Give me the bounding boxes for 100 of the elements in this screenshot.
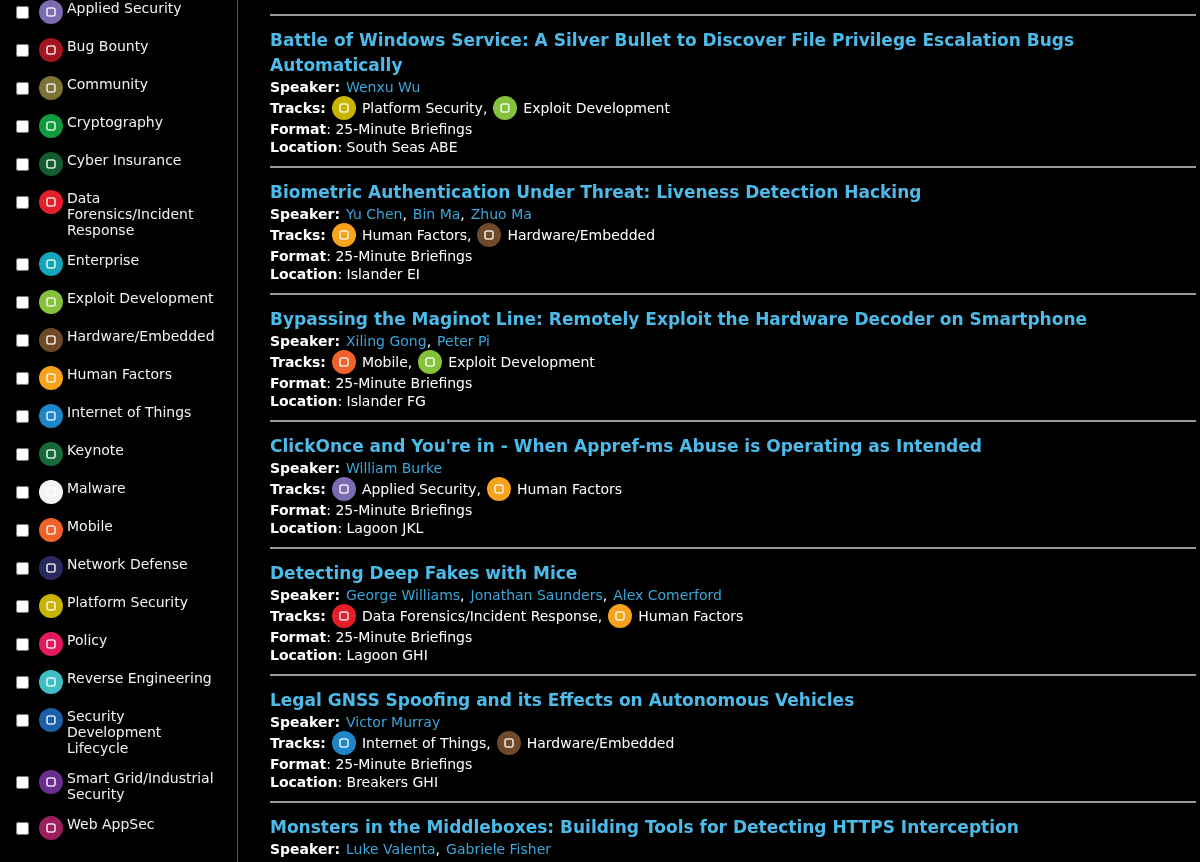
track-label[interactable]: Internet of Things: [67, 404, 217, 420]
track-label[interactable]: Exploit Development: [67, 290, 217, 306]
track-name: Platform Security,: [361, 99, 488, 118]
speaker-link[interactable]: Luke Valenta: [346, 840, 436, 858]
separator-text: ,: [602, 586, 608, 604]
track-name: Human Factors: [516, 480, 623, 499]
track-label[interactable]: Enterprise: [67, 252, 217, 268]
track-checkbox[interactable]: [16, 196, 29, 209]
track-checkbox[interactable]: [16, 410, 29, 423]
track-label[interactable]: Human Factors: [67, 366, 217, 382]
track-checkbox[interactable]: [16, 676, 29, 689]
track-label[interactable]: Web AppSec: [67, 816, 217, 832]
speaker-link[interactable]: Zhuo Ma: [470, 205, 532, 223]
track-name: Exploit Development: [523, 99, 670, 118]
tracks-label: Tracks:: [270, 99, 326, 118]
track-checkbox[interactable]: [16, 562, 29, 575]
location-text: Location: South Seas ABE: [270, 138, 459, 156]
separator-text: ,: [460, 205, 465, 223]
track-checkbox[interactable]: [16, 448, 29, 461]
speaker-label: Speaker:: [270, 332, 340, 350]
track-checkbox[interactable]: [16, 6, 29, 19]
track-label[interactable]: Hardware/Embedded: [67, 328, 217, 344]
format-text: Format: 25-Minute Briefings: [270, 374, 474, 392]
track-checkbox[interactable]: [16, 638, 29, 651]
track-label[interactable]: Cryptography: [67, 114, 217, 130]
track-name: Human Factors: [638, 607, 744, 626]
session-title-link[interactable]: Biometric Authentication Under Threat: Liveness Detection Hacking: [270, 180, 1196, 205]
session-title-link[interactable]: ClickOnce and You're in - When Appref-ms Abuse is Operating as Intended: [270, 434, 1196, 459]
session-title-link[interactable]: Legal GNSS Spoofing and its Effects on Autonomous Vehicles: [270, 688, 1196, 713]
speaker-link[interactable]: Yu Chen: [346, 205, 403, 223]
separator-text: ,: [426, 332, 432, 350]
track-checkbox[interactable]: [16, 258, 29, 271]
track-checkbox[interactable]: [16, 524, 29, 537]
track-checkbox[interactable]: [16, 334, 29, 347]
speaker-link[interactable]: William Burke: [346, 459, 443, 477]
track-name: Mobile,: [361, 353, 413, 372]
speaker-label: Speaker:: [270, 840, 340, 858]
speaker-label: Speaker:: [270, 205, 340, 223]
track-checkbox[interactable]: [16, 120, 29, 133]
track-label[interactable]: Malware: [67, 480, 217, 496]
track-checkbox[interactable]: [16, 82, 29, 95]
track-name: Exploit Development: [448, 353, 595, 372]
track-name: Hardware/Embedded: [507, 226, 656, 245]
tracks-label: Tracks:: [270, 734, 326, 753]
track-label[interactable]: Cyber Insurance: [67, 152, 217, 168]
track-checkbox[interactable]: [16, 600, 29, 613]
tracks-label: Tracks:: [270, 480, 326, 499]
track-checkbox[interactable]: [16, 296, 29, 309]
speaker-label: Speaker:: [270, 78, 340, 96]
track-checkbox[interactable]: [16, 822, 29, 835]
speaker-link[interactable]: Bin Ma: [412, 205, 461, 223]
location-text: Location: Islander FG: [270, 392, 427, 410]
track-label[interactable]: Mobile: [67, 518, 217, 534]
track-label[interactable]: Applied Security: [67, 0, 217, 16]
speaker-link[interactable]: Xiling Gong: [346, 332, 427, 350]
track-label[interactable]: Security Development Lifecycle: [67, 708, 217, 756]
track-label[interactable]: Reverse Engineering: [67, 670, 217, 686]
track-checkbox[interactable]: [16, 158, 29, 171]
track-label[interactable]: Bug Bounty: [67, 38, 217, 54]
speaker-link[interactable]: Peter Pi: [437, 332, 490, 350]
speaker-link[interactable]: Wenxu Wu: [346, 78, 421, 96]
speaker-label: Speaker:: [270, 586, 340, 604]
track-name: Hardware/Embedded: [526, 734, 675, 753]
speaker-link[interactable]: Alex Comerford: [613, 586, 722, 604]
speaker-link[interactable]: Gabriele Fisher: [446, 840, 552, 858]
location-text: Location: Lagoon JKL: [270, 519, 425, 537]
tracks-label: Tracks:: [270, 607, 326, 626]
track-checkbox[interactable]: [16, 486, 29, 499]
track-label[interactable]: Network Defense: [67, 556, 217, 572]
track-checkbox[interactable]: [16, 714, 29, 727]
location-text: Location: Breakers GHI: [270, 773, 439, 791]
speaker-link[interactable]: Jonathan Saunders: [470, 586, 603, 604]
location-text: Location: Lagoon GHI: [270, 646, 429, 664]
session-title-link[interactable]: Battle of Windows Service: A Silver Bullet to Discover File Privilege Escalation Bugs Automatically: [270, 28, 1196, 78]
track-name: Data Forensics/Incident Response,: [361, 607, 603, 626]
tracks-label: Tracks:: [270, 226, 326, 245]
session-title-link[interactable]: Bypassing the Maginot Line: Remotely Exploit the Hardware Decoder on Smartphone: [270, 307, 1196, 332]
track-checkbox[interactable]: [16, 372, 29, 385]
track-label[interactable]: Smart Grid/Industrial Security: [67, 770, 217, 802]
session-title-link[interactable]: Monsters in the Middleboxes: Building Tools for Detecting HTTPS Interception: [270, 815, 1196, 840]
track-name: Human Factors,: [361, 226, 472, 245]
track-name: Applied Security,: [361, 480, 481, 499]
track-label[interactable]: Data Forensics/Incident Response: [67, 190, 217, 238]
separator-text: ,: [435, 840, 441, 858]
speaker-label: Speaker:: [270, 459, 340, 477]
location-text: Location: Islander EI: [270, 265, 421, 283]
track-label[interactable]: Community: [67, 76, 217, 92]
track-label[interactable]: Keynote: [67, 442, 217, 458]
format-text: Format: 25-Minute Briefings: [270, 628, 474, 646]
speaker-label: Speaker:: [270, 713, 340, 731]
separator-text: ,: [402, 205, 407, 223]
track-checkbox[interactable]: [16, 44, 29, 57]
track-label[interactable]: Policy: [67, 632, 217, 648]
speaker-link[interactable]: Victor Murray: [346, 713, 441, 731]
track-checkbox[interactable]: [16, 776, 29, 789]
format-text: Format: 25-Minute Briefings: [270, 501, 474, 519]
track-label[interactable]: Platform Security: [67, 594, 217, 610]
format-text: Format: 25-Minute Briefings: [270, 120, 474, 138]
session-title-link[interactable]: Detecting Deep Fakes with Mice: [270, 561, 1196, 586]
format-text: Format: 25-Minute Briefings: [270, 755, 474, 773]
